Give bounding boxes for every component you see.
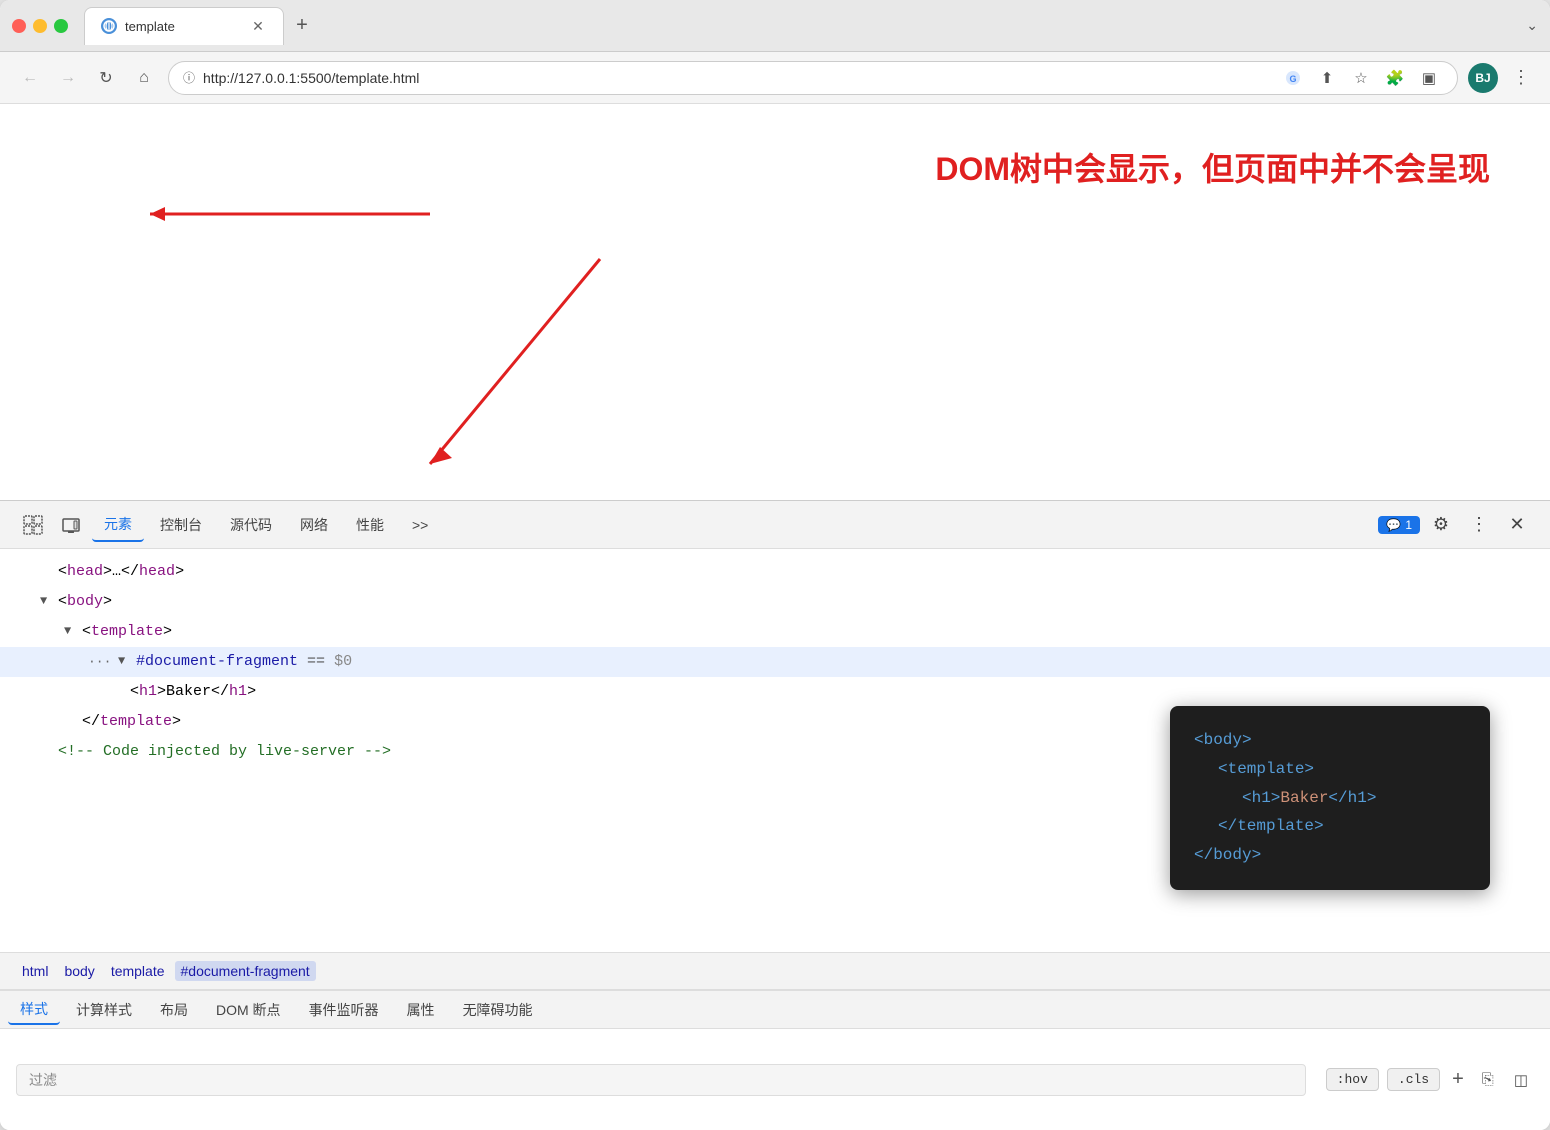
styles-tab-event-listeners[interactable]: 事件监听器 [297,996,391,1024]
devtools-close-button[interactable]: ✕ [1500,508,1534,542]
url-bar[interactable]: ⓘ http://127.0.0.1:5500/template.html G … [168,61,1458,95]
popup-line-4: </template> [1194,812,1466,841]
device-toolbar-button[interactable] [54,508,88,542]
breadcrumb-body[interactable]: body [58,961,100,981]
devtools-tab-elements[interactable]: 元素 [92,508,144,542]
browser-more-button[interactable]: ⋮ [1508,67,1534,88]
devtools-panel: 元素 控制台 源代码 网络 性能 >> 💬 1 ⚙ ⋮ ✕ ▼ <head>…<… [0,500,1550,1130]
page-content: DOM树中会显示，但页面中并不会呈现 [0,104,1550,500]
fragment-triangle [118,652,134,671]
tab-close-button[interactable]: ✕ [249,17,267,35]
styles-tab-dom-breakpoints[interactable]: DOM 断点 [204,996,293,1024]
devtools-tab-console[interactable]: 控制台 [148,509,214,541]
home-button[interactable]: ⌂ [130,64,158,92]
back-button[interactable]: ← [16,64,44,92]
sidebar-icon[interactable]: ▣ [1415,64,1443,92]
tab-favicon [101,18,117,34]
badge-count: 1 [1405,518,1412,532]
dom-template-open-line[interactable]: <template> [0,617,1550,647]
devtools-tab-network[interactable]: 网络 [288,509,340,541]
template-triangle [64,622,80,641]
devtools-tab-performance[interactable]: 性能 [344,509,396,541]
dom-template-open-content: <template> [82,620,172,644]
maximize-traffic-light[interactable] [54,19,68,33]
tab-bar: template ✕ + [84,7,1518,45]
code-popup: <body> <template> <h1>Baker</h1> </templ… [1170,706,1490,890]
translate-icon[interactable]: G [1279,64,1307,92]
devtools-more-button[interactable]: ⋮ [1462,508,1496,542]
styles-tab-styles[interactable]: 样式 [8,995,60,1025]
styles-tab-accessibility[interactable]: 无障碍功能 [451,996,545,1024]
title-bar: template ✕ + ⌄ [0,0,1550,52]
tab-list-chevron[interactable]: ⌄ [1526,17,1538,34]
dom-h1-line[interactable]: ▼ <h1>Baker</h1> [0,677,1550,707]
dom-body-open-content: <body> [58,590,112,614]
devtools-tab-sources[interactable]: 源代码 [218,509,284,541]
console-badge[interactable]: 💬 1 [1378,516,1420,534]
styles-actions: :hov .cls + ⎘ ◫ [1326,1067,1534,1093]
dom-comment-content: <!-- Code injected by live-server --> [58,740,391,764]
cls-button[interactable]: .cls [1387,1068,1440,1091]
forward-button[interactable]: → [54,64,82,92]
styles-panel: 样式 计算样式 布局 DOM 断点 事件监听器 属性 无障碍功能 过滤 :hov… [0,990,1550,1130]
url-bar-actions: G ⬆ ☆ 🧩 ▣ [1279,64,1443,92]
url-text: http://127.0.0.1:5500/template.html [203,70,1271,86]
dom-template-close-content: </template> [82,710,181,734]
copy-styles-button[interactable]: ⎘ [1476,1067,1500,1092]
popup-line-1: <body> [1194,726,1466,755]
breadcrumb-bar: html body template #document-fragment [0,952,1550,990]
styles-tab-layout[interactable]: 布局 [148,996,200,1024]
close-traffic-light[interactable] [12,19,26,33]
extension-icon[interactable]: 🧩 [1381,64,1409,92]
devtools-settings-button[interactable]: ⚙ [1424,508,1458,542]
traffic-lights [12,19,68,33]
browser-tab[interactable]: template ✕ [84,7,284,45]
devtools-tab-more[interactable]: >> [400,511,440,539]
lock-icon: ⓘ [183,69,195,86]
annotation-text: DOM树中会显示，但页面中并不会呈现 [935,144,1490,190]
badge-icon: 💬 [1386,518,1401,532]
styles-content: 过滤 :hov .cls + ⎘ ◫ [0,1029,1550,1130]
dom-head-line[interactable]: ▼ <head>…</head> [0,557,1550,587]
new-tab-button[interactable]: + [288,12,316,40]
dom-fragment-content: #document-fragment == $0 [136,650,352,674]
filter-input[interactable]: 过滤 [16,1064,1306,1096]
devtools-toolbar: 元素 控制台 源代码 网络 性能 >> 💬 1 ⚙ ⋮ ✕ [0,501,1550,549]
inspect-element-button[interactable] [16,508,50,542]
minimize-traffic-light[interactable] [33,19,47,33]
dom-fragment-line[interactable]: ··· #document-fragment == $0 [0,647,1550,677]
dom-head-content: <head>…</head> [58,560,184,584]
dom-ellipsis: ··· [88,652,118,673]
tab-title: template [125,19,241,34]
hov-button[interactable]: :hov [1326,1068,1379,1091]
popup-line-2: <template> [1194,755,1466,784]
dom-body-open-line[interactable]: <body> [0,587,1550,617]
browser-window: template ✕ + ⌄ ← → ↻ ⌂ ⓘ http://127.0.0.… [0,0,1550,1130]
breadcrumb-template[interactable]: template [105,961,171,981]
svg-text:G: G [1289,74,1296,84]
share-icon[interactable]: ⬆ [1313,64,1341,92]
breadcrumb-html[interactable]: html [16,961,54,981]
address-bar: ← → ↻ ⌂ ⓘ http://127.0.0.1:5500/template… [0,52,1550,104]
styles-tabs: 样式 计算样式 布局 DOM 断点 事件监听器 属性 无障碍功能 [0,991,1550,1029]
dom-h1-content: <h1>Baker</h1> [130,680,256,704]
styles-tab-properties[interactable]: 属性 [395,996,447,1024]
profile-avatar[interactable]: BJ [1468,63,1498,93]
popup-line-5: </body> [1194,841,1466,870]
dock-styles-button[interactable]: ◫ [1508,1067,1534,1093]
reload-button[interactable]: ↻ [92,64,120,92]
body-triangle [40,592,56,611]
bookmark-icon[interactable]: ☆ [1347,64,1375,92]
breadcrumb-fragment[interactable]: #document-fragment [175,961,316,981]
add-style-rule-button[interactable]: + [1448,1068,1468,1091]
styles-tab-computed[interactable]: 计算样式 [64,996,144,1024]
popup-line-3: <h1>Baker</h1> [1194,784,1466,813]
